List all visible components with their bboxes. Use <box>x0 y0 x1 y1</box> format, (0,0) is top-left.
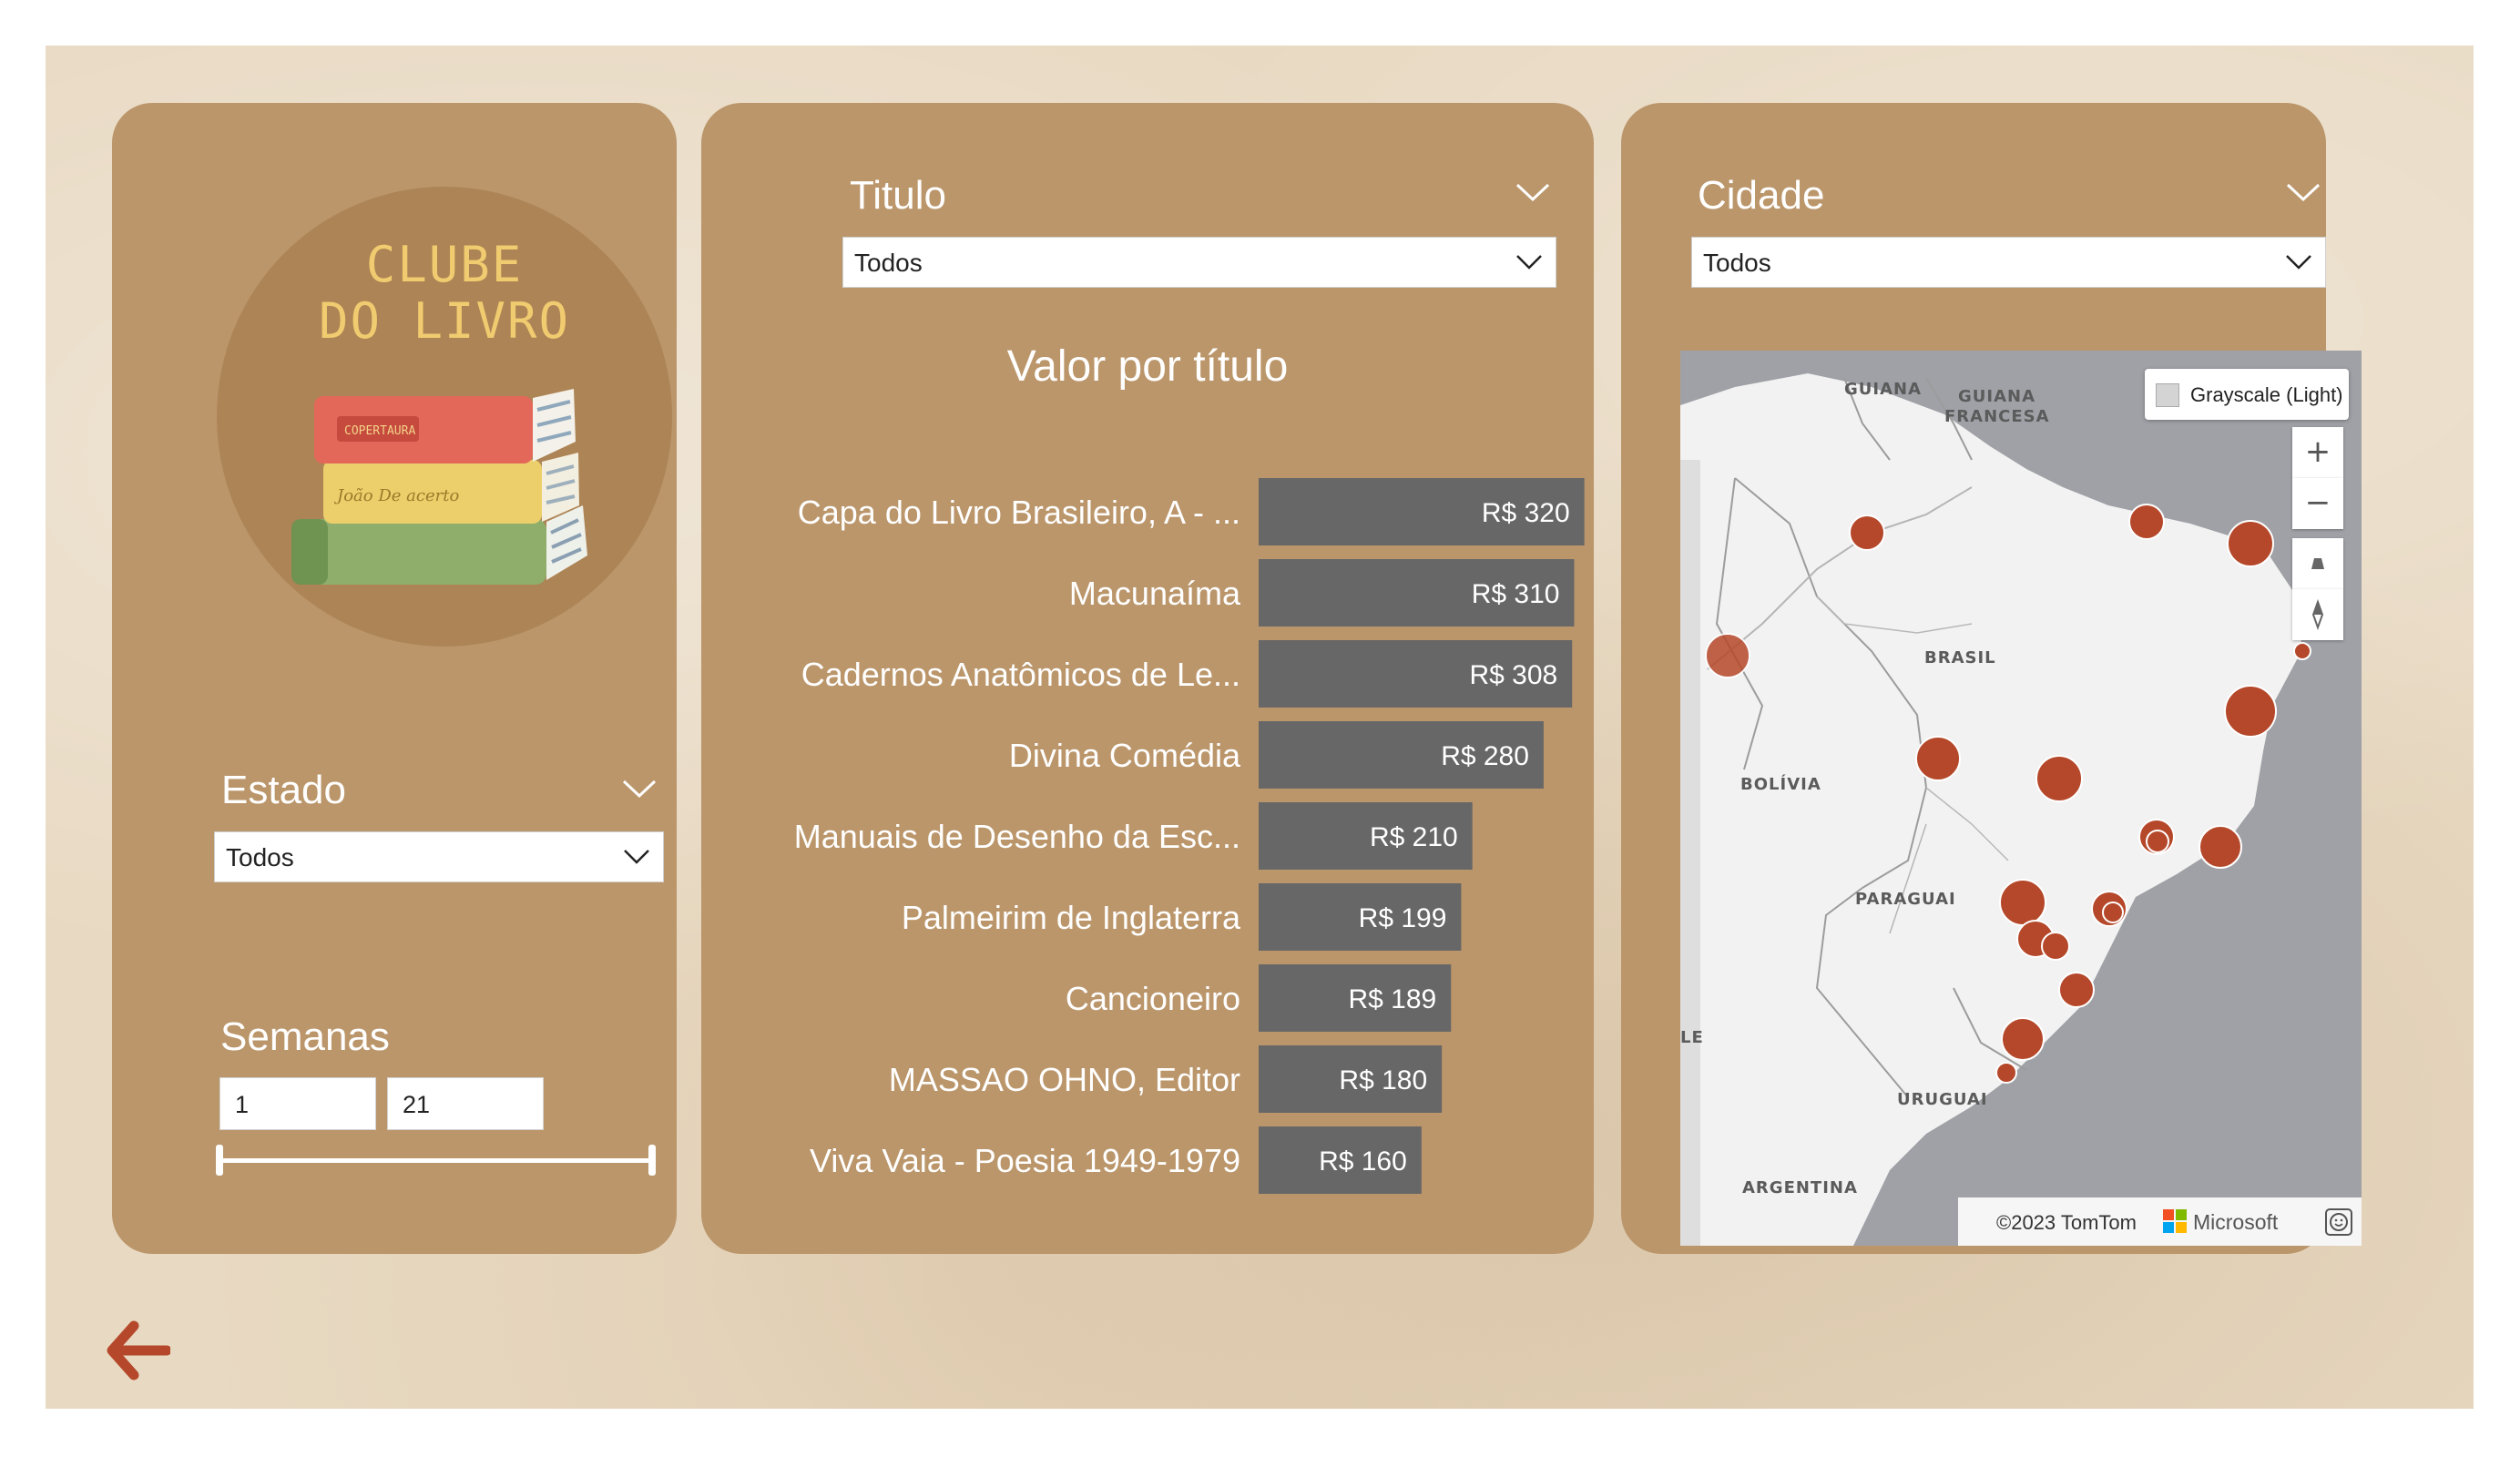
cidade-dropdown-value: Todos <box>1703 249 1771 277</box>
titulo-collapse-chevron-icon[interactable] <box>1515 182 1550 202</box>
titulo-dropdown[interactable]: Todos <box>842 237 1556 288</box>
chart-title: Valor por título <box>1006 342 1289 391</box>
bar-data-label: R$ 180 <box>1339 1065 1427 1095</box>
zoom-out-button[interactable]: − <box>2292 478 2343 529</box>
compass-icon <box>2311 599 2324 630</box>
map-marker[interactable] <box>2293 642 2311 660</box>
map-label-guiana-francesa-1: GUIANA <box>1958 387 2035 406</box>
bar-category-label: Viva Vaia - Poesia 1949-1979 <box>810 1142 1240 1179</box>
logo-title-line1: CLUBE <box>365 236 524 293</box>
estado-dropdown-value: Todos <box>226 843 294 871</box>
bar-category-label: Capa do Livro Brasileiro, A - ... <box>798 494 1240 531</box>
bar-data-label: R$ 210 <box>1370 822 1458 852</box>
semanas-min-input[interactable]: 1 <box>219 1077 376 1130</box>
bar-chart: Capa do Livro Brasileiro, A - ... R$ 320 M… <box>794 478 1585 1194</box>
map-label-argentina: ARGENTINA <box>1742 1178 1858 1197</box>
chevron-down-icon <box>624 850 649 864</box>
map-label-brasil: BRASIL <box>1924 648 1996 667</box>
map-attribution: ©2023 TomTom <box>1996 1211 2137 1234</box>
map-marker[interactable] <box>2102 902 2124 923</box>
map-attribution-bar: ©2023 TomTom Microsoft <box>1958 1197 2362 1246</box>
logo-title: CLUBE DO LIVRO <box>217 237 672 350</box>
pitch-icon <box>2311 558 2324 569</box>
book1-text: COPERTAURA <box>344 424 415 438</box>
map-label-guiana: GUIANA <box>1844 380 1922 399</box>
map-visual[interactable]: GUIANA GUIANA FRANCESA BRASIL BOLÍVIA PA… <box>1680 351 2362 1246</box>
map-brand: Microsoft <box>2193 1210 2279 1234</box>
map-marker[interactable] <box>2035 755 2083 802</box>
zoom-in-button[interactable]: + <box>2292 427 2343 478</box>
map-marker[interactable] <box>2058 972 2095 1008</box>
estado-dropdown[interactable]: Todos <box>214 831 664 882</box>
feedback-smiley-icon[interactable] <box>2325 1208 2352 1236</box>
map-style-icon <box>2156 383 2179 407</box>
map-label-le: LE <box>1680 1028 1704 1047</box>
semanas-slider-max-handle[interactable] <box>648 1145 656 1176</box>
bar-data-label: R$ 189 <box>1348 984 1436 1014</box>
map-label-bolivia: BOLÍVIA <box>1740 774 1821 794</box>
semanas-slider-min-handle[interactable] <box>216 1145 223 1176</box>
map-marker[interactable] <box>1999 879 2046 926</box>
map-marker[interactable] <box>2224 685 2277 738</box>
bar-data-label: R$ 199 <box>1359 903 1447 933</box>
books-stack-icon: João De acerto COPERTAURA <box>291 389 587 585</box>
semanas-max-value: 21 <box>403 1091 431 1118</box>
bar-category-label: Cadernos Anatômicos de Le... <box>801 656 1240 693</box>
map-marker[interactable] <box>2227 520 2274 567</box>
chevron-down-icon <box>2286 255 2311 270</box>
bar-category-label: Divina Comédia <box>1009 737 1241 774</box>
cidade-collapse-chevron-icon[interactable] <box>2286 182 2321 202</box>
bar-category-label: Macunaíma <box>1069 575 1241 612</box>
map-label-paraguai: PARAGUAI <box>1855 890 1956 909</box>
estado-collapse-chevron-icon[interactable] <box>622 779 657 799</box>
bar-category-label: MASSAO OHNO, Editor <box>889 1061 1240 1098</box>
map-style-label: Grayscale (Light) <box>2190 383 2343 406</box>
titulo-slicer-title: Titulo <box>850 173 946 218</box>
map-style-picker[interactable]: Grayscale (Light) <box>2145 369 2349 420</box>
bar-category-label: Manuais de Desenho da Esc... <box>794 818 1240 855</box>
bar-data-label: R$ 280 <box>1441 741 1529 771</box>
back-arrow-icon[interactable] <box>105 1320 170 1381</box>
map-marker[interactable] <box>2146 830 2169 853</box>
book2-text: João De acerto <box>333 486 459 505</box>
bar-category-label: Cancioneiro <box>1066 980 1240 1017</box>
cidade-slicer-title: Cidade <box>1698 173 1825 218</box>
map-marker[interactable] <box>1849 515 1885 551</box>
bar-data-label: R$ 308 <box>1469 660 1557 690</box>
map-land: GUIANA GUIANA FRANCESA BRASIL BOLÍVIA PA… <box>1680 373 2311 1246</box>
map-marker[interactable] <box>1915 736 1961 781</box>
chevron-down-icon <box>1516 255 1542 270</box>
semanas-slicer-title: Semanas <box>220 1014 390 1059</box>
map-marker[interactable] <box>1705 633 1750 678</box>
estado-slicer-title: Estado <box>221 768 346 812</box>
pitch-button[interactable] <box>2292 538 2343 589</box>
map-marker[interactable] <box>1995 1062 2017 1084</box>
map-marker[interactable] <box>2041 932 2070 961</box>
microsoft-logo-icon <box>2163 1209 2187 1233</box>
cidade-dropdown[interactable]: Todos <box>1691 237 2326 288</box>
semanas-max-input[interactable]: 21 <box>387 1077 544 1130</box>
map-marker[interactable] <box>2199 825 2242 869</box>
bar-category-label: Palmeirim de Inglaterra <box>902 899 1241 936</box>
bar-data-label: R$ 310 <box>1472 579 1560 609</box>
titulo-dropdown-value: Todos <box>854 249 923 277</box>
logo-title-line2: DO LIVRO <box>318 292 571 350</box>
map-label-uruguai: URUGUAI <box>1897 1090 1988 1109</box>
bar-data-label: R$ 160 <box>1319 1146 1407 1177</box>
map-marker[interactable] <box>2128 504 2165 540</box>
map-marker[interactable] <box>2001 1017 2045 1061</box>
bar-data-label: R$ 320 <box>1482 498 1570 528</box>
semanas-min-value: 1 <box>235 1091 250 1118</box>
compass-button[interactable] <box>2292 589 2343 640</box>
semanas-slider-track[interactable] <box>219 1158 652 1163</box>
map-label-guiana-francesa-2: FRANCESA <box>1944 407 2050 426</box>
